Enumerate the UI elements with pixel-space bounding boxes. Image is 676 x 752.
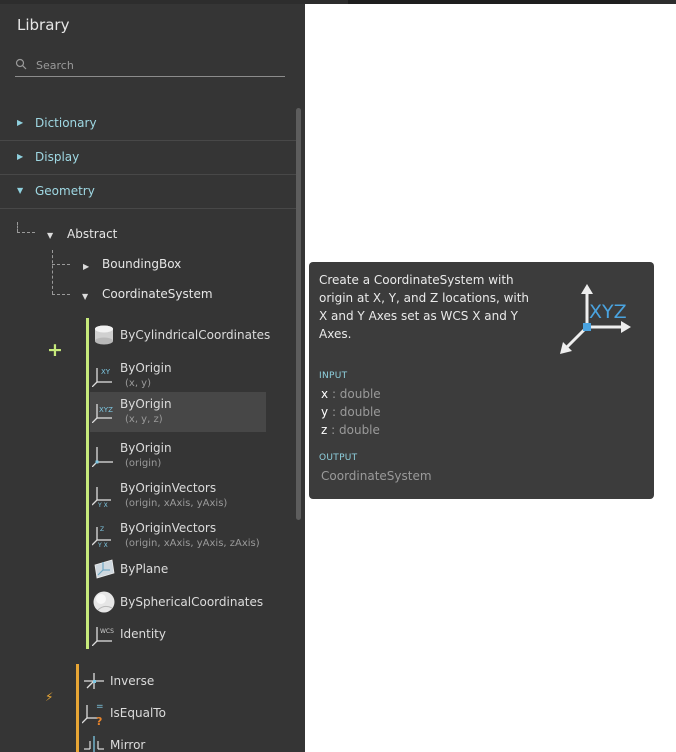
svg-text:XYZ: XYZ: [99, 406, 113, 414]
sphere-icon: [93, 591, 115, 613]
action-group-bar: [76, 664, 79, 752]
node-mirror[interactable]: Mirror: [80, 726, 256, 752]
tooltip-output-header: OUTPUT: [319, 453, 358, 463]
svg-text:WCS: WCS: [100, 628, 114, 635]
tree-item-bounding-box[interactable]: BoundingBox: [102, 257, 181, 271]
node-by-origin-vectors[interactable]: Y X ByOriginVectors (origin, xAxis, yAxi…: [90, 476, 266, 516]
param-name: x: [321, 387, 329, 401]
mirror-icon: [84, 736, 104, 752]
is-equal-to-icon: = ?: [82, 702, 104, 725]
axes-vectors-icon: Y X: [92, 487, 111, 507]
chevron-down-icon[interactable]: ▼: [47, 231, 53, 240]
library-title: Library: [17, 16, 70, 34]
node-name: Inverse: [110, 674, 155, 688]
library-scrollbar[interactable]: [296, 108, 301, 520]
node-name: ByPlane: [120, 562, 169, 576]
node-params: (origin): [125, 458, 162, 469]
svg-text:Z: Z: [100, 526, 104, 533]
category-dictionary[interactable]: ▶ Dictionary: [0, 106, 296, 141]
node-by-origin-xyz[interactable]: XYZ ByOrigin (x, y, z): [90, 392, 266, 432]
tree-connector: [52, 264, 70, 265]
search-underline: [15, 76, 285, 77]
axes-vectors-z-icon: Z Y X: [92, 526, 111, 547]
xy-axes-icon: XY: [92, 368, 112, 387]
chevron-down-icon[interactable]: ▼: [82, 292, 88, 301]
axes-icon: [92, 447, 113, 467]
node-name: ByOriginVectors: [120, 481, 217, 495]
param-name: y: [321, 405, 329, 419]
param-name: z: [321, 423, 328, 437]
node-params: (x, y, z): [125, 414, 163, 425]
node-name: ByOriginVectors: [120, 521, 217, 535]
node-name: ByCylindricalCoordinates: [120, 328, 271, 342]
search-input[interactable]: [36, 55, 284, 75]
node-params: (origin, xAxis, yAxis, zAxis): [125, 538, 260, 549]
top-border-accent: [348, 0, 630, 4]
chevron-right-icon: ▶: [17, 152, 24, 161]
coordinate-system-xyz-icon: XYZ: [560, 284, 631, 354]
node-params: (x, y): [125, 378, 151, 389]
tooltip-output-type: CoordinateSystem: [321, 469, 432, 483]
tooltip-input-header: INPUT: [319, 371, 348, 381]
category-label: Geometry: [35, 184, 95, 198]
tree-connector: [52, 294, 70, 295]
tree-connector: [17, 222, 18, 232]
param-type: : double: [331, 405, 381, 419]
node-by-origin-xy[interactable]: XY ByOrigin (x, y): [90, 356, 266, 396]
search-icon: [15, 58, 27, 70]
svg-text:=: =: [96, 702, 104, 712]
node-name: Identity: [120, 627, 166, 641]
create-group-bar: [86, 318, 89, 649]
node-by-origin-origin[interactable]: ByOrigin (origin): [90, 436, 266, 476]
tree-item-abstract[interactable]: Abstract: [67, 227, 117, 241]
chevron-down-icon: ▼: [17, 186, 24, 195]
category-label: Display: [35, 150, 80, 164]
tooltip-description: Create a CoordinateSystem with origin at…: [319, 273, 530, 341]
param-type: : double: [331, 423, 380, 437]
xyz-axes-icon: XYZ: [92, 404, 113, 423]
node-name: BySphericalCoordinates: [120, 595, 264, 609]
node-params: (origin, xAxis, yAxis): [125, 498, 228, 509]
tooltip-input-z: z : double: [321, 423, 380, 437]
chevron-right-icon[interactable]: ▶: [83, 262, 89, 271]
tooltip-input-x: x : double: [321, 387, 381, 401]
node-name: Mirror: [110, 738, 146, 752]
svg-text:XY: XY: [101, 368, 111, 376]
node-by-cylindrical-coordinates[interactable]: ByCylindricalCoordinates: [90, 316, 270, 356]
svg-text:?: ?: [96, 715, 102, 725]
inverse-icon: [84, 673, 104, 689]
plane-icon: [94, 559, 115, 579]
node-name: ByOrigin: [120, 397, 172, 411]
wcs-icon: WCS: [92, 627, 114, 646]
category-label: Dictionary: [35, 116, 97, 130]
node-tooltip: Create a CoordinateSystem with origin at…: [309, 262, 654, 499]
tooltip-input-y: y : double: [321, 405, 381, 419]
node-identity[interactable]: WCS Identity: [90, 615, 266, 655]
tree-item-coordinate-system[interactable]: CoordinateSystem: [102, 287, 213, 301]
tree-connector: [52, 250, 53, 294]
node-name: ByOrigin: [120, 441, 172, 455]
create-group-plus-icon: +: [47, 339, 63, 361]
svg-text:Y X: Y X: [97, 502, 108, 507]
param-type: : double: [331, 387, 381, 401]
node-name: ByOrigin: [120, 361, 172, 375]
category-display[interactable]: ▶ Display: [0, 140, 296, 175]
svg-text:Y X: Y X: [97, 542, 108, 547]
tree-connector: [17, 232, 35, 233]
category-geometry[interactable]: ▼ Geometry: [0, 174, 296, 209]
chevron-right-icon: ▶: [17, 118, 24, 127]
cylinder-icon: [95, 325, 113, 345]
library-panel: Library ▶ Dictionary ▶ Display ▼ Geometr…: [0, 4, 305, 752]
xyz-icon-label: XYZ: [589, 301, 627, 323]
action-group-lightning-icon: ⚡: [45, 690, 54, 704]
node-name: IsEqualTo: [110, 706, 166, 720]
